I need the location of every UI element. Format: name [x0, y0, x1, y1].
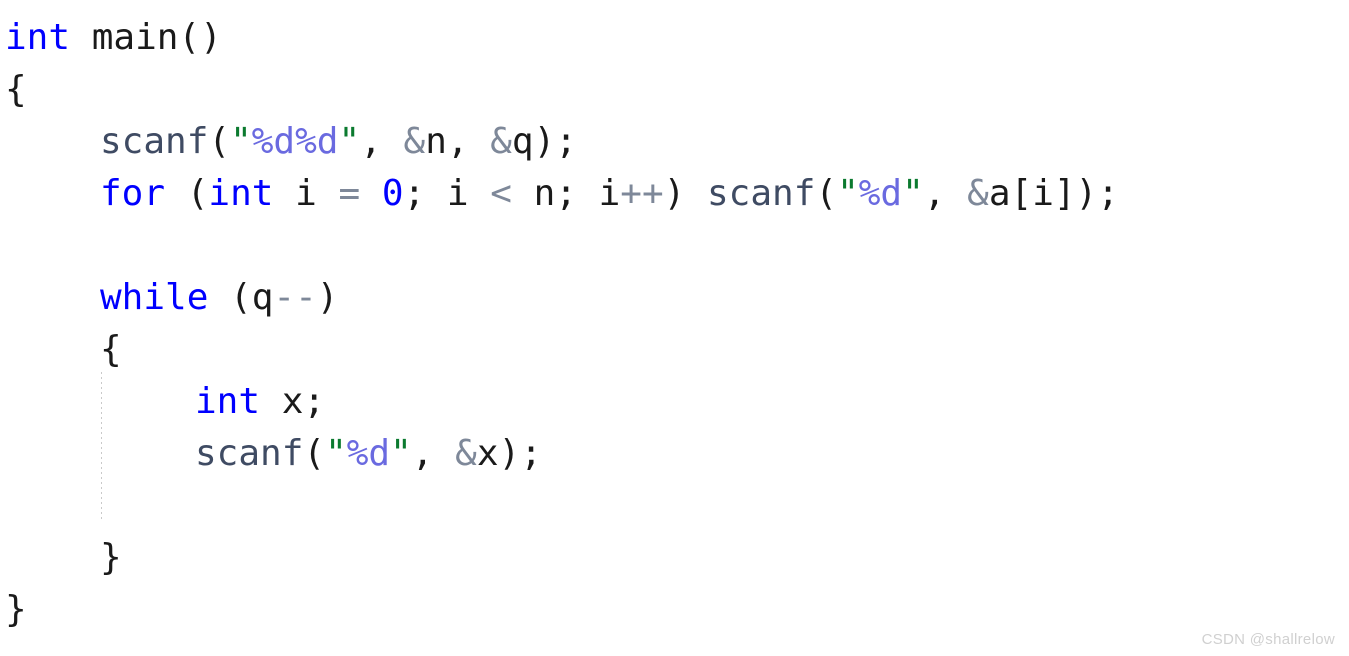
code-line: int x;	[0, 376, 1349, 428]
code-line: }	[0, 532, 1349, 584]
token-keyword: while	[100, 277, 209, 318]
token-plain: x);	[476, 433, 542, 474]
code-snippet-image: int main(){scanf("%d%d", &n, &q); for (in…	[0, 0, 1349, 656]
token-plain: (	[208, 121, 231, 162]
token-plain: n	[425, 121, 447, 162]
token-plain: ,	[411, 433, 456, 474]
token-operator: &	[967, 173, 989, 214]
token-number: 0	[381, 173, 404, 214]
token-plain: }	[100, 537, 122, 578]
token-plain: {	[100, 329, 122, 370]
code-line: while (q--)	[0, 272, 1349, 324]
token-plain: )	[663, 173, 707, 214]
token-plain: (	[815, 173, 838, 214]
code-line: scanf("%d%d", &n, &q);	[0, 116, 1349, 168]
code-line: scanf("%d", &x);	[0, 428, 1349, 480]
token-plain: ,	[446, 121, 491, 162]
token-plain: (	[303, 433, 326, 474]
token-string_quote: "	[902, 173, 924, 214]
token-operator: --	[273, 277, 317, 318]
token-plain: q);	[511, 121, 577, 162]
code-line: int main()	[0, 12, 1349, 64]
token-operator: <	[490, 173, 512, 214]
token-function: scanf	[100, 121, 209, 162]
code-line: for (int i = 0; i < n; i++) scanf("%d", …	[0, 168, 1349, 220]
token-plain: )	[316, 277, 339, 318]
token-string_quote: "	[338, 121, 361, 162]
token-plain: a[i]);	[988, 173, 1119, 214]
token-plain: i	[273, 173, 339, 214]
token-format_specifier: %d	[346, 433, 391, 474]
token-keyword: int	[195, 381, 261, 422]
code-line: }	[0, 584, 1349, 636]
token-plain: ,	[923, 173, 968, 214]
token-plain: ,	[360, 121, 404, 162]
token-plain: ; i	[403, 173, 491, 214]
token-operator: ++	[620, 173, 664, 214]
token-string_quote: "	[230, 121, 252, 162]
code-line: {	[0, 64, 1349, 116]
token-plain: }	[5, 589, 27, 630]
token-plain: (q	[208, 277, 274, 318]
token-operator: &	[490, 121, 512, 162]
token-keyword: int	[208, 173, 274, 214]
token-keyword: int	[5, 17, 71, 58]
token-format_specifier: %d%d	[251, 121, 339, 162]
token-string_quote: "	[325, 433, 347, 474]
token-plain: n; i	[511, 173, 621, 214]
token-plain: (	[165, 173, 209, 214]
token-operator: &	[403, 121, 426, 162]
token-string_quote: "	[837, 173, 859, 214]
token-plain: main()	[91, 17, 222, 58]
code-line: {	[0, 324, 1349, 376]
token-operator: =	[338, 173, 361, 214]
token-string_quote: "	[390, 433, 412, 474]
token-operator: &	[455, 433, 477, 474]
token-format_specifier: %d	[858, 173, 903, 214]
token-keyword: for	[100, 173, 166, 214]
token-plain: {	[5, 69, 27, 110]
token-function: scanf	[195, 433, 304, 474]
token-function: scanf	[707, 173, 816, 214]
token-plain: x;	[260, 381, 326, 422]
csdn-watermark: CSDN @shallrelow	[1201, 631, 1335, 648]
code-block: int main(){scanf("%d%d", &n, &q); for (in…	[0, 12, 1349, 636]
